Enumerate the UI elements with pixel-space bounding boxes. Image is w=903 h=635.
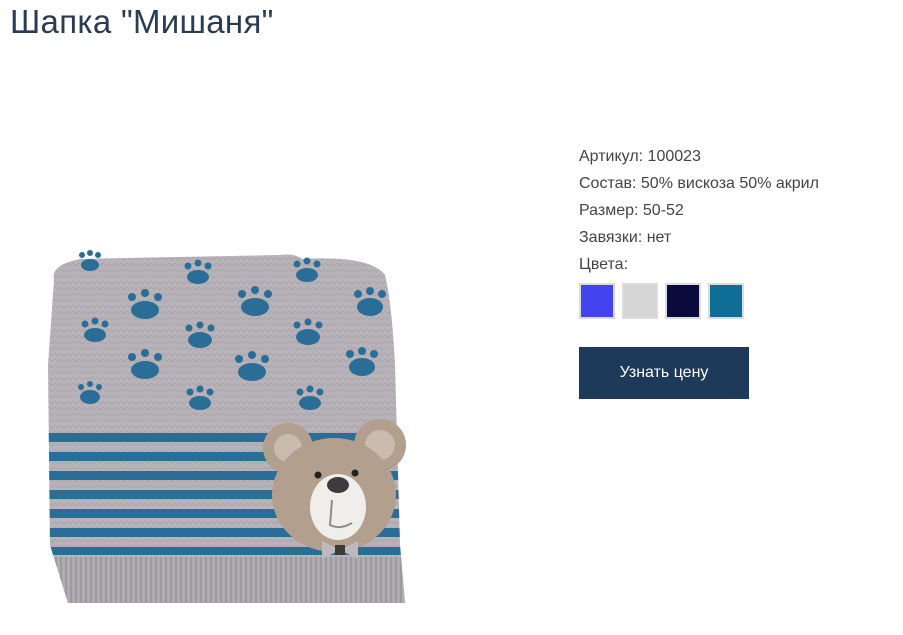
spec-value: 50% вискоза 50% акрил — [640, 175, 819, 192]
color-swatch-light-gray[interactable] — [622, 283, 658, 319]
spec-label: Артикул: — [579, 148, 644, 165]
color-swatch-blue[interactable] — [579, 283, 615, 319]
spec-ties: Завязки: нет — [579, 224, 889, 251]
color-swatches — [579, 283, 889, 319]
color-swatch-teal[interactable] — [708, 283, 744, 319]
spec-value: 100023 — [647, 148, 701, 165]
get-price-button[interactable]: Узнать цену — [579, 347, 749, 399]
product-details: Артикул: 100023 Состав: 50% вискоза 50% … — [579, 143, 889, 399]
spec-label: Состав: — [579, 175, 637, 192]
page-title: Шапка "Мишаня" — [10, 3, 274, 40]
spec-value: нет — [646, 229, 672, 246]
spec-article: Артикул: 100023 — [579, 143, 889, 170]
spec-label: Размер: — [579, 202, 639, 219]
spec-label: Завязки: — [579, 229, 643, 246]
spec-size: Размер: 50-52 — [579, 197, 889, 224]
product-image — [40, 245, 420, 615]
spec-value: 50-52 — [642, 202, 684, 219]
colors-label: Цвета: — [579, 256, 629, 273]
color-swatch-navy[interactable] — [665, 283, 701, 319]
spec-composition: Состав: 50% вискоза 50% акрил — [579, 170, 889, 197]
